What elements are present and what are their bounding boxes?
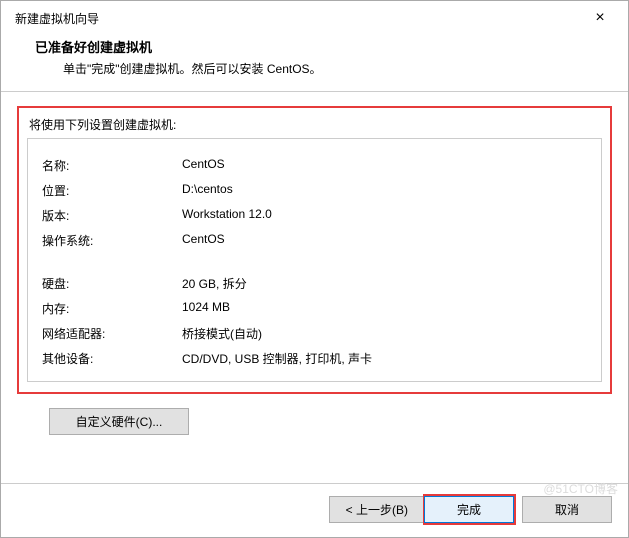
- row-label-name: 名称:: [42, 157, 182, 174]
- header: 已准备好创建虚拟机 单击"完成"创建虚拟机。然后可以安装 CentOS。: [1, 33, 628, 91]
- content: 将使用下列设置创建虚拟机: 名称: CentOS 位置: D:\centos 版…: [1, 92, 628, 483]
- footer: < 上一步(B) 完成 取消: [1, 483, 628, 537]
- settings-row: 操作系统: CentOS: [42, 232, 587, 249]
- row-value-memory: 1024 MB: [182, 300, 587, 317]
- finish-highlight: 完成: [423, 494, 516, 525]
- settings-row: 硬盘: 20 GB, 拆分: [42, 275, 587, 292]
- row-value-os: CentOS: [182, 232, 587, 249]
- row-label-version: 版本:: [42, 207, 182, 224]
- settings-highlight: 将使用下列设置创建虚拟机: 名称: CentOS 位置: D:\centos 版…: [17, 106, 612, 394]
- settings-row: 位置: D:\centos: [42, 182, 587, 199]
- row-label-location: 位置:: [42, 182, 182, 199]
- settings-row: 其他设备: CD/DVD, USB 控制器, 打印机, 声卡: [42, 350, 587, 367]
- customize-hardware-area: 自定义硬件(C)...: [49, 408, 612, 435]
- row-label-other-devices: 其他设备:: [42, 350, 182, 367]
- new-vm-wizard-dialog: 新建虚拟机向导 × 已准备好创建虚拟机 单击"完成"创建虚拟机。然后可以安装 C…: [0, 0, 629, 538]
- window-title: 新建虚拟机向导: [15, 10, 99, 27]
- row-value-name: CentOS: [182, 157, 587, 174]
- row-label-os: 操作系统:: [42, 232, 182, 249]
- row-label-network: 网络适配器:: [42, 325, 182, 342]
- finish-button[interactable]: 完成: [424, 496, 514, 523]
- cancel-button[interactable]: 取消: [522, 496, 612, 523]
- settings-row: 网络适配器: 桥接模式(自动): [42, 325, 587, 342]
- row-value-network: 桥接模式(自动): [182, 325, 587, 342]
- row-label-memory: 内存:: [42, 300, 182, 317]
- back-finish-group: < 上一步(B) 完成: [330, 496, 516, 523]
- row-value-location: D:\centos: [182, 182, 587, 199]
- row-value-other-devices: CD/DVD, USB 控制器, 打印机, 声卡: [182, 350, 587, 367]
- header-title: 已准备好创建虚拟机: [35, 37, 608, 56]
- settings-row: 内存: 1024 MB: [42, 300, 587, 317]
- customize-hardware-button[interactable]: 自定义硬件(C)...: [49, 408, 189, 435]
- settings-group-label: 将使用下列设置创建虚拟机:: [27, 116, 602, 139]
- settings-row: 名称: CentOS: [42, 157, 587, 174]
- settings-row: 版本: Workstation 12.0: [42, 207, 587, 224]
- back-button[interactable]: < 上一步(B): [329, 496, 425, 523]
- row-value-version: Workstation 12.0: [182, 207, 587, 224]
- header-subtitle: 单击"完成"创建虚拟机。然后可以安装 CentOS。: [35, 60, 608, 77]
- row-label-disk: 硬盘:: [42, 275, 182, 292]
- settings-groupbox: 名称: CentOS 位置: D:\centos 版本: Workstation…: [27, 138, 602, 382]
- row-value-disk: 20 GB, 拆分: [182, 275, 587, 292]
- close-icon[interactable]: ×: [584, 9, 616, 27]
- titlebar: 新建虚拟机向导 ×: [1, 1, 628, 33]
